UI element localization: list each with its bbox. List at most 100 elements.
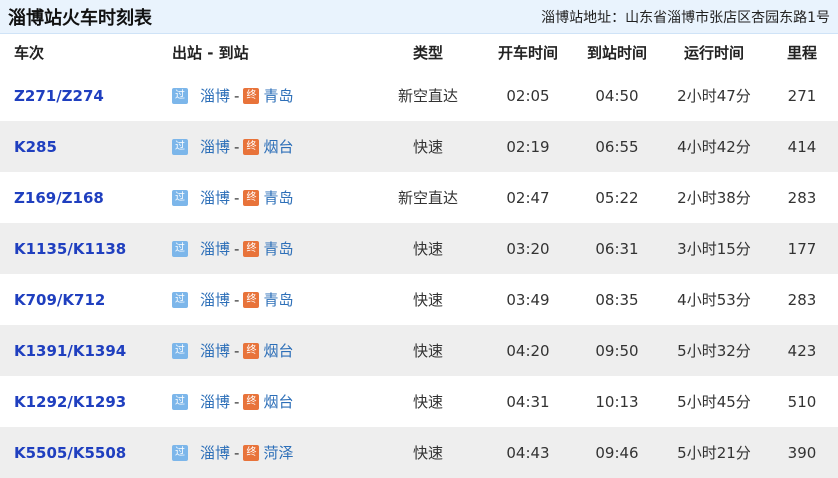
depart-time: 04:20 bbox=[506, 341, 550, 360]
terminal-station-icon: 终 bbox=[243, 138, 260, 155]
terminal-station-icon: 终 bbox=[243, 240, 260, 257]
route-dash: - bbox=[234, 290, 240, 309]
train-number-link[interactable]: K1292/K1293 bbox=[14, 393, 126, 411]
from-station-link[interactable]: 淄博 bbox=[200, 340, 230, 361]
arrive-time: 09:46 bbox=[595, 443, 639, 462]
train-type: 新空直达 bbox=[397, 87, 458, 105]
table-row: K1391/K1394 过淄博 - 终烟台 快速 04:20 09:50 5小时32分 423 bbox=[0, 325, 838, 376]
distance: 510 bbox=[787, 392, 817, 411]
duration: 3小时15分 bbox=[677, 240, 751, 258]
to-station-link[interactable]: 烟台 bbox=[263, 340, 293, 361]
distance: 271 bbox=[787, 86, 817, 105]
depart-time: 04:43 bbox=[506, 443, 550, 462]
to-station-link[interactable]: 青岛 bbox=[263, 238, 293, 259]
arrive-time: 09:50 bbox=[595, 341, 639, 360]
col-depart: 开车时间 bbox=[497, 43, 558, 62]
train-number-link[interactable]: Z169/Z168 bbox=[14, 189, 104, 207]
from-station-link[interactable]: 淄博 bbox=[200, 187, 230, 208]
pass-station-icon: 过 bbox=[172, 87, 188, 104]
to-station-link[interactable]: 青岛 bbox=[263, 289, 293, 310]
train-cell: K1391/K1394 bbox=[0, 342, 172, 360]
arrive-time: 04:50 bbox=[595, 86, 639, 105]
route-dash: - bbox=[234, 239, 240, 258]
arrive-time: 10:13 bbox=[595, 392, 639, 411]
table-row: Z169/Z168 过淄博 - 终青岛 新空直达 02:47 05:22 2小时38分 283 bbox=[0, 172, 838, 223]
train-type: 快速 bbox=[412, 342, 443, 360]
route-dash: - bbox=[234, 86, 240, 105]
from-station-link[interactable]: 淄博 bbox=[200, 289, 230, 310]
train-cell: K709/K712 bbox=[0, 291, 172, 309]
distance: 177 bbox=[787, 239, 817, 258]
title-bar: 淄博站火车时刻表 淄博站地址：山东省淄博市张店区杏园东路1号 bbox=[0, 0, 838, 34]
duration: 4小时42分 bbox=[677, 138, 751, 156]
route-cell: 过淄博 - 终烟台 bbox=[172, 136, 372, 157]
arrive-time: 06:55 bbox=[595, 137, 639, 156]
pass-station-icon: 过 bbox=[172, 291, 188, 308]
terminal-station-icon: 终 bbox=[243, 342, 260, 359]
from-station-link[interactable]: 淄博 bbox=[200, 238, 230, 259]
train-cell: K1135/K1138 bbox=[0, 240, 172, 258]
train-cell: K1292/K1293 bbox=[0, 393, 172, 411]
depart-time: 04:31 bbox=[506, 392, 550, 411]
timetable-rows: Z271/Z274 过淄博 - 终青岛 新空直达 02:05 04:50 2小时47分 271 K… bbox=[0, 70, 838, 478]
duration: 4小时53分 bbox=[677, 291, 751, 309]
table-row: K1135/K1138 过淄博 - 终青岛 快速 03:20 06:31 3小时15分 177 bbox=[0, 223, 838, 274]
col-distance: 里程 bbox=[786, 43, 817, 62]
table-row: K285 过淄博 - 终烟台 快速 02:19 06:55 4小时42分 414 bbox=[0, 121, 838, 172]
from-station-link[interactable]: 淄博 bbox=[200, 85, 230, 106]
train-type: 快速 bbox=[412, 444, 443, 462]
distance: 414 bbox=[787, 137, 817, 156]
terminal-station-icon: 终 bbox=[243, 444, 260, 461]
to-station-link[interactable]: 烟台 bbox=[263, 391, 293, 412]
duration: 2小时38分 bbox=[677, 189, 751, 207]
depart-time: 03:49 bbox=[506, 290, 550, 309]
route-cell: 过淄博 - 终青岛 bbox=[172, 238, 372, 259]
arrive-time: 08:35 bbox=[595, 290, 639, 309]
from-station-link[interactable]: 淄博 bbox=[200, 391, 230, 412]
table-row: Z271/Z274 过淄博 - 终青岛 新空直达 02:05 04:50 2小时47分 271 bbox=[0, 70, 838, 121]
table-row: K709/K712 过淄博 - 终青岛 快速 03:49 08:35 4小时53分 283 bbox=[0, 274, 838, 325]
from-station-link[interactable]: 淄博 bbox=[200, 442, 230, 463]
from-station-link[interactable]: 淄博 bbox=[200, 136, 230, 157]
depart-time: 02:05 bbox=[506, 86, 550, 105]
route-cell: 过淄博 - 终烟台 bbox=[172, 340, 372, 361]
route-dash: - bbox=[234, 392, 240, 411]
distance: 423 bbox=[787, 341, 817, 360]
route-cell: 过淄博 - 终烟台 bbox=[172, 391, 372, 412]
station-address: 淄博站地址：山东省淄博市张店区杏园东路1号 bbox=[541, 9, 830, 26]
depart-time: 03:20 bbox=[506, 239, 550, 258]
route-dash: - bbox=[234, 188, 240, 207]
table-header: 车次 出站 - 到站 类型 开车时间 到站时间 运行时间 里程 bbox=[0, 34, 838, 70]
train-type: 快速 bbox=[412, 291, 443, 309]
col-train: 车次 bbox=[14, 43, 45, 62]
to-station-link[interactable]: 烟台 bbox=[263, 136, 293, 157]
train-type: 快速 bbox=[412, 393, 443, 411]
col-type: 类型 bbox=[412, 43, 443, 62]
train-type: 新空直达 bbox=[397, 189, 458, 207]
terminal-station-icon: 终 bbox=[243, 291, 260, 308]
terminal-station-icon: 终 bbox=[243, 393, 260, 410]
col-duration: 运行时间 bbox=[683, 43, 744, 62]
route-dash: - bbox=[234, 137, 240, 156]
arrive-time: 05:22 bbox=[595, 188, 639, 207]
train-number-link[interactable]: Z271/Z274 bbox=[14, 87, 104, 105]
route-cell: 过淄博 - 终青岛 bbox=[172, 289, 372, 310]
duration: 5小时21分 bbox=[677, 444, 751, 462]
train-number-link[interactable]: K1135/K1138 bbox=[14, 240, 126, 258]
to-station-link[interactable]: 菏泽 bbox=[263, 442, 293, 463]
train-number-link[interactable]: K5505/K5508 bbox=[14, 444, 126, 462]
pass-station-icon: 过 bbox=[172, 342, 188, 359]
depart-time: 02:19 bbox=[506, 137, 550, 156]
duration: 5小时32分 bbox=[677, 342, 751, 360]
duration: 2小时47分 bbox=[677, 87, 751, 105]
train-number-link[interactable]: K709/K712 bbox=[14, 291, 105, 309]
to-station-link[interactable]: 青岛 bbox=[263, 187, 293, 208]
train-type: 快速 bbox=[412, 240, 443, 258]
to-station-link[interactable]: 青岛 bbox=[263, 85, 293, 106]
distance: 283 bbox=[787, 188, 817, 207]
route-cell: 过淄博 - 终青岛 bbox=[172, 85, 372, 106]
col-route: 出站 - 到站 bbox=[172, 43, 249, 62]
train-number-link[interactable]: K285 bbox=[14, 138, 57, 156]
train-number-link[interactable]: K1391/K1394 bbox=[14, 342, 126, 360]
arrive-time: 06:31 bbox=[595, 239, 639, 258]
